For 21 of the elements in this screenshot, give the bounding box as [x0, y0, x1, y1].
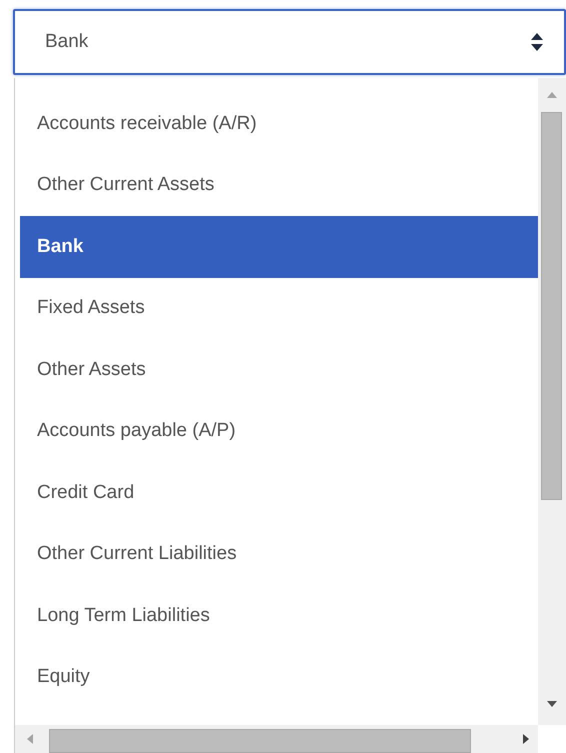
selected-value: Bank [45, 31, 90, 53]
scroll-left-icon[interactable] [27, 734, 33, 744]
dropdown-option[interactable]: Bank [20, 216, 538, 278]
scroll-up-icon[interactable] [547, 92, 557, 98]
vertical-scrollbar[interactable] [538, 78, 566, 725]
scroll-right-icon[interactable] [523, 734, 529, 744]
scrollbar-thumb[interactable] [49, 729, 471, 753]
scrollbar-thumb[interactable] [541, 112, 562, 500]
dropdown-option[interactable]: Accounts payable (A/P) [20, 400, 538, 462]
account-type-select[interactable]: Bank [13, 9, 566, 75]
dropdown-option[interactable]: Long Term Liabilities [20, 585, 538, 646]
dropdown-option[interactable]: Other Current Liabilities [20, 524, 538, 585]
dropdown-option[interactable]: Other Current Assets [20, 154, 538, 216]
dropdown-option[interactable]: Credit Card [20, 462, 538, 524]
sort-arrows-icon [530, 32, 544, 52]
dropdown-option[interactable]: Other Assets [20, 339, 538, 400]
horizontal-scrollbar[interactable] [15, 725, 538, 753]
dropdown-option[interactable]: Fixed Assets [20, 278, 538, 339]
dropdown-option[interactable]: Equity [20, 646, 538, 708]
dropdown-option[interactable]: Accounts receivable (A/R) [20, 93, 538, 154]
scroll-down-icon[interactable] [547, 701, 557, 707]
